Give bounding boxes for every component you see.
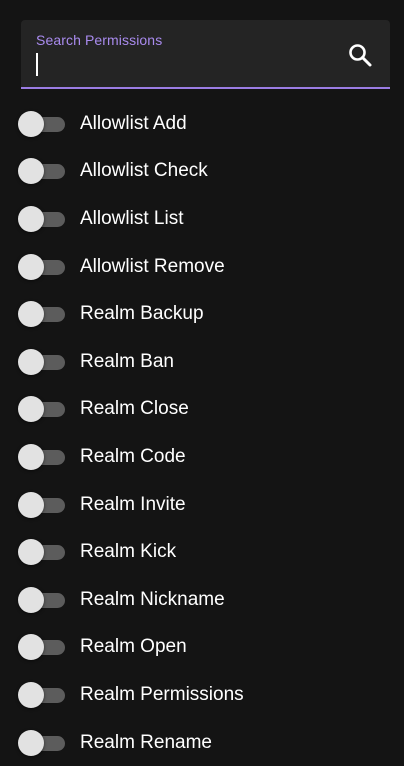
permission-toggle[interactable] [18, 586, 66, 614]
toggle-thumb [18, 348, 44, 375]
permission-item: Realm Backup [0, 290, 404, 338]
text-caret [36, 53, 38, 76]
toggle-thumb [18, 491, 44, 518]
search-label: Search Permissions [36, 32, 163, 48]
permission-item: Realm Ban [0, 338, 404, 386]
permission-label: Allowlist Check [80, 160, 208, 182]
permission-item: Allowlist Check [0, 148, 404, 196]
permission-label: Realm Close [80, 398, 189, 420]
toggle-thumb [18, 158, 44, 185]
permission-label: Realm Backup [80, 303, 204, 325]
toggle-thumb [18, 110, 44, 137]
toggle-thumb [18, 205, 44, 232]
permission-item: Realm Invite [0, 481, 404, 529]
permission-label: Realm Nickname [80, 588, 225, 610]
permission-item: Allowlist Add [0, 100, 404, 148]
permission-item: Realm Rename [0, 719, 404, 766]
permission-toggle[interactable] [18, 205, 66, 233]
toggle-thumb [18, 443, 44, 470]
permission-toggle[interactable] [18, 681, 66, 709]
permission-label: Realm Permissions [80, 683, 244, 705]
permission-label: Realm Invite [80, 493, 186, 515]
toggle-thumb [18, 681, 44, 708]
permission-toggle[interactable] [18, 633, 66, 661]
permission-toggle[interactable] [18, 443, 66, 471]
permission-toggle[interactable] [18, 491, 66, 519]
toggle-thumb [18, 301, 44, 328]
permission-toggle[interactable] [18, 538, 66, 566]
permission-list: Allowlist Add Allowlist Check Allowlist Li… [0, 100, 404, 766]
permission-toggle[interactable] [18, 157, 66, 185]
permission-label: Realm Kick [80, 541, 177, 563]
permission-toggle[interactable] [18, 729, 66, 757]
permission-item: Realm Nickname [0, 576, 404, 624]
search-field[interactable]: Search Permissions [21, 20, 390, 89]
permission-toggle[interactable] [18, 395, 66, 423]
permission-label: Realm Rename [80, 731, 212, 753]
permission-toggle[interactable] [18, 348, 66, 376]
permission-item: Allowlist List [0, 195, 404, 243]
search-input[interactable] [36, 54, 336, 76]
permission-label: Allowlist List [80, 207, 184, 229]
permission-item: Realm Close [0, 386, 404, 434]
toggle-thumb [18, 253, 44, 280]
permission-item: Realm Code [0, 433, 404, 481]
toggle-thumb [18, 539, 44, 566]
permission-item: Allowlist Remove [0, 243, 404, 291]
permission-item: Realm Permissions [0, 671, 404, 719]
permission-label: Realm Ban [80, 350, 174, 372]
permission-item: Realm Open [0, 624, 404, 672]
toggle-thumb [18, 634, 44, 661]
permission-label: Realm Open [80, 636, 187, 658]
toggle-thumb [18, 586, 44, 613]
permission-label: Realm Code [80, 445, 186, 467]
toggle-thumb [18, 396, 44, 423]
search-icon[interactable] [347, 42, 373, 68]
permission-toggle[interactable] [18, 300, 66, 328]
permission-item: Realm Kick [0, 528, 404, 576]
toggle-thumb [18, 729, 44, 756]
permission-toggle[interactable] [18, 110, 66, 138]
permission-toggle[interactable] [18, 253, 66, 281]
permission-label: Allowlist Remove [80, 255, 225, 277]
permission-label: Allowlist Add [80, 112, 187, 134]
